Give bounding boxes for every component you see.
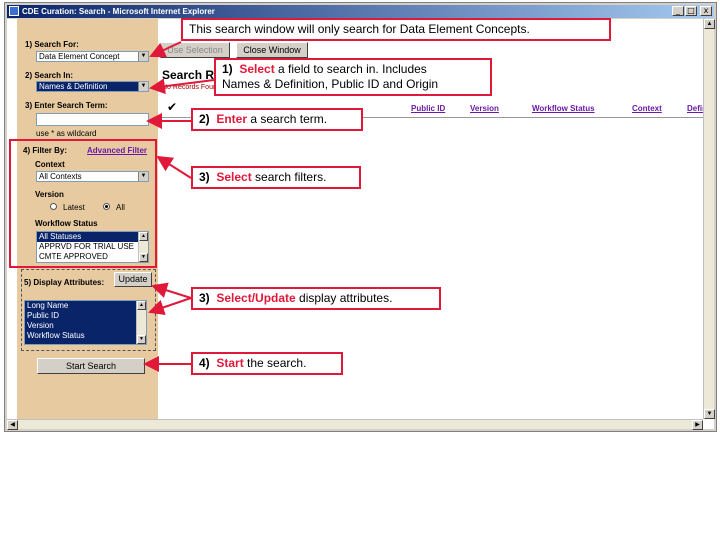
scroll-up-icon[interactable]: ▲ <box>139 232 148 241</box>
scroll-up-icon[interactable]: ▲ <box>137 301 146 310</box>
context-label: Context <box>35 160 65 169</box>
update-button[interactable]: Update <box>114 272 152 287</box>
search-in-select[interactable]: Names & Definition ▼ <box>36 81 149 92</box>
workflow-listbox[interactable]: All Statuses APPRVD FOR TRIAL USE CMTE A… <box>36 231 149 263</box>
version-latest-label: Latest <box>63 203 85 212</box>
search-panel: 1) Search For: Data Element Concept ▼ 2)… <box>9 19 158 421</box>
close-button[interactable]: x <box>700 6 712 16</box>
version-label: Version <box>35 190 64 199</box>
search-term-label: 3) Enter Search Term: <box>25 101 108 110</box>
chevron-down-icon: ▼ <box>138 172 148 181</box>
search-term-input[interactable] <box>36 113 149 126</box>
version-latest-radio[interactable] <box>50 203 57 210</box>
chevron-down-icon: ▼ <box>138 52 148 61</box>
scroll-right-icon[interactable]: ▶ <box>692 420 703 430</box>
column-workflow-status[interactable]: Workflow Status <box>532 104 595 113</box>
listbox-scrollbar[interactable]: ▲ ▼ <box>136 301 146 344</box>
search-for-label: 1) Search For: <box>25 40 79 49</box>
search-for-select[interactable]: Data Element Concept ▼ <box>36 51 149 62</box>
callout-step3b: 3) Select/Update display attributes. <box>191 287 441 310</box>
scroll-up-icon[interactable]: ▲ <box>704 19 715 29</box>
list-item[interactable]: Long Name <box>25 301 146 311</box>
listbox-scrollbar[interactable]: ▲ ▼ <box>138 232 148 262</box>
start-search-button[interactable]: Start Search <box>37 358 145 374</box>
version-all-label: All <box>116 203 125 212</box>
column-public-id[interactable]: Public ID <box>411 104 445 113</box>
ie-icon <box>9 6 19 16</box>
list-item[interactable]: Workflow Status <box>25 331 146 341</box>
display-attributes-label: 5) Display Attributes: <box>24 278 105 287</box>
close-window-button[interactable]: Close Window <box>236 42 308 58</box>
display-attributes-listbox[interactable]: Long Name Public ID Version Workflow Sta… <box>24 300 147 345</box>
minimize-button[interactable]: _ <box>672 6 684 16</box>
list-item[interactable]: APPRVD FOR TRIAL USE <box>37 242 148 252</box>
scroll-left-icon[interactable]: ◀ <box>7 420 18 430</box>
workflow-label: Workflow Status <box>35 219 98 228</box>
callout-step2: 2) Enter a search term. <box>191 108 363 131</box>
list-item[interactable]: All Statuses <box>37 232 148 242</box>
select-all-check-icon[interactable]: ✔ <box>167 100 177 114</box>
scroll-down-icon[interactable]: ▼ <box>704 409 715 419</box>
list-item[interactable]: Public ID <box>25 311 146 321</box>
callout-top-note: This search window will only search for … <box>181 18 611 41</box>
chevron-down-icon: ▼ <box>138 82 148 91</box>
list-item[interactable]: CMTE APPROVED <box>37 252 148 262</box>
scroll-down-icon[interactable]: ▼ <box>137 335 146 344</box>
version-all-radio[interactable] <box>103 203 110 210</box>
scroll-down-icon[interactable]: ▼ <box>139 253 148 262</box>
use-selection-button[interactable]: Use Selection <box>160 42 230 58</box>
title-bar: CDE Curation: Search - Microsoft Interne… <box>7 5 714 18</box>
column-context[interactable]: Context <box>632 104 662 113</box>
wildcard-hint: use * as wildcard <box>36 129 97 138</box>
filter-label: 4) Filter By: <box>23 146 68 155</box>
callout-step4: 4) Start the search. <box>191 352 343 375</box>
no-records-text: No Records Found <box>162 84 221 91</box>
column-version[interactable]: Version <box>470 104 499 113</box>
list-item[interactable]: Version <box>25 321 146 331</box>
advanced-filter-link[interactable]: Advanced Filter <box>87 146 147 155</box>
search-in-label: 2) Search In: <box>25 71 74 80</box>
context-select[interactable]: All Contexts ▼ <box>36 171 149 182</box>
callout-step3a: 3) Select search filters. <box>191 166 361 189</box>
horizontal-scrollbar[interactable]: ◀ ▶ <box>7 419 703 430</box>
vertical-scrollbar[interactable]: ▲ ▼ <box>703 19 715 419</box>
maximize-button[interactable]: □ <box>685 6 697 16</box>
callout-step1: 1) Select a field to search in. Includes… <box>214 58 492 96</box>
window-title: CDE Curation: Search - Microsoft Interne… <box>22 7 215 16</box>
